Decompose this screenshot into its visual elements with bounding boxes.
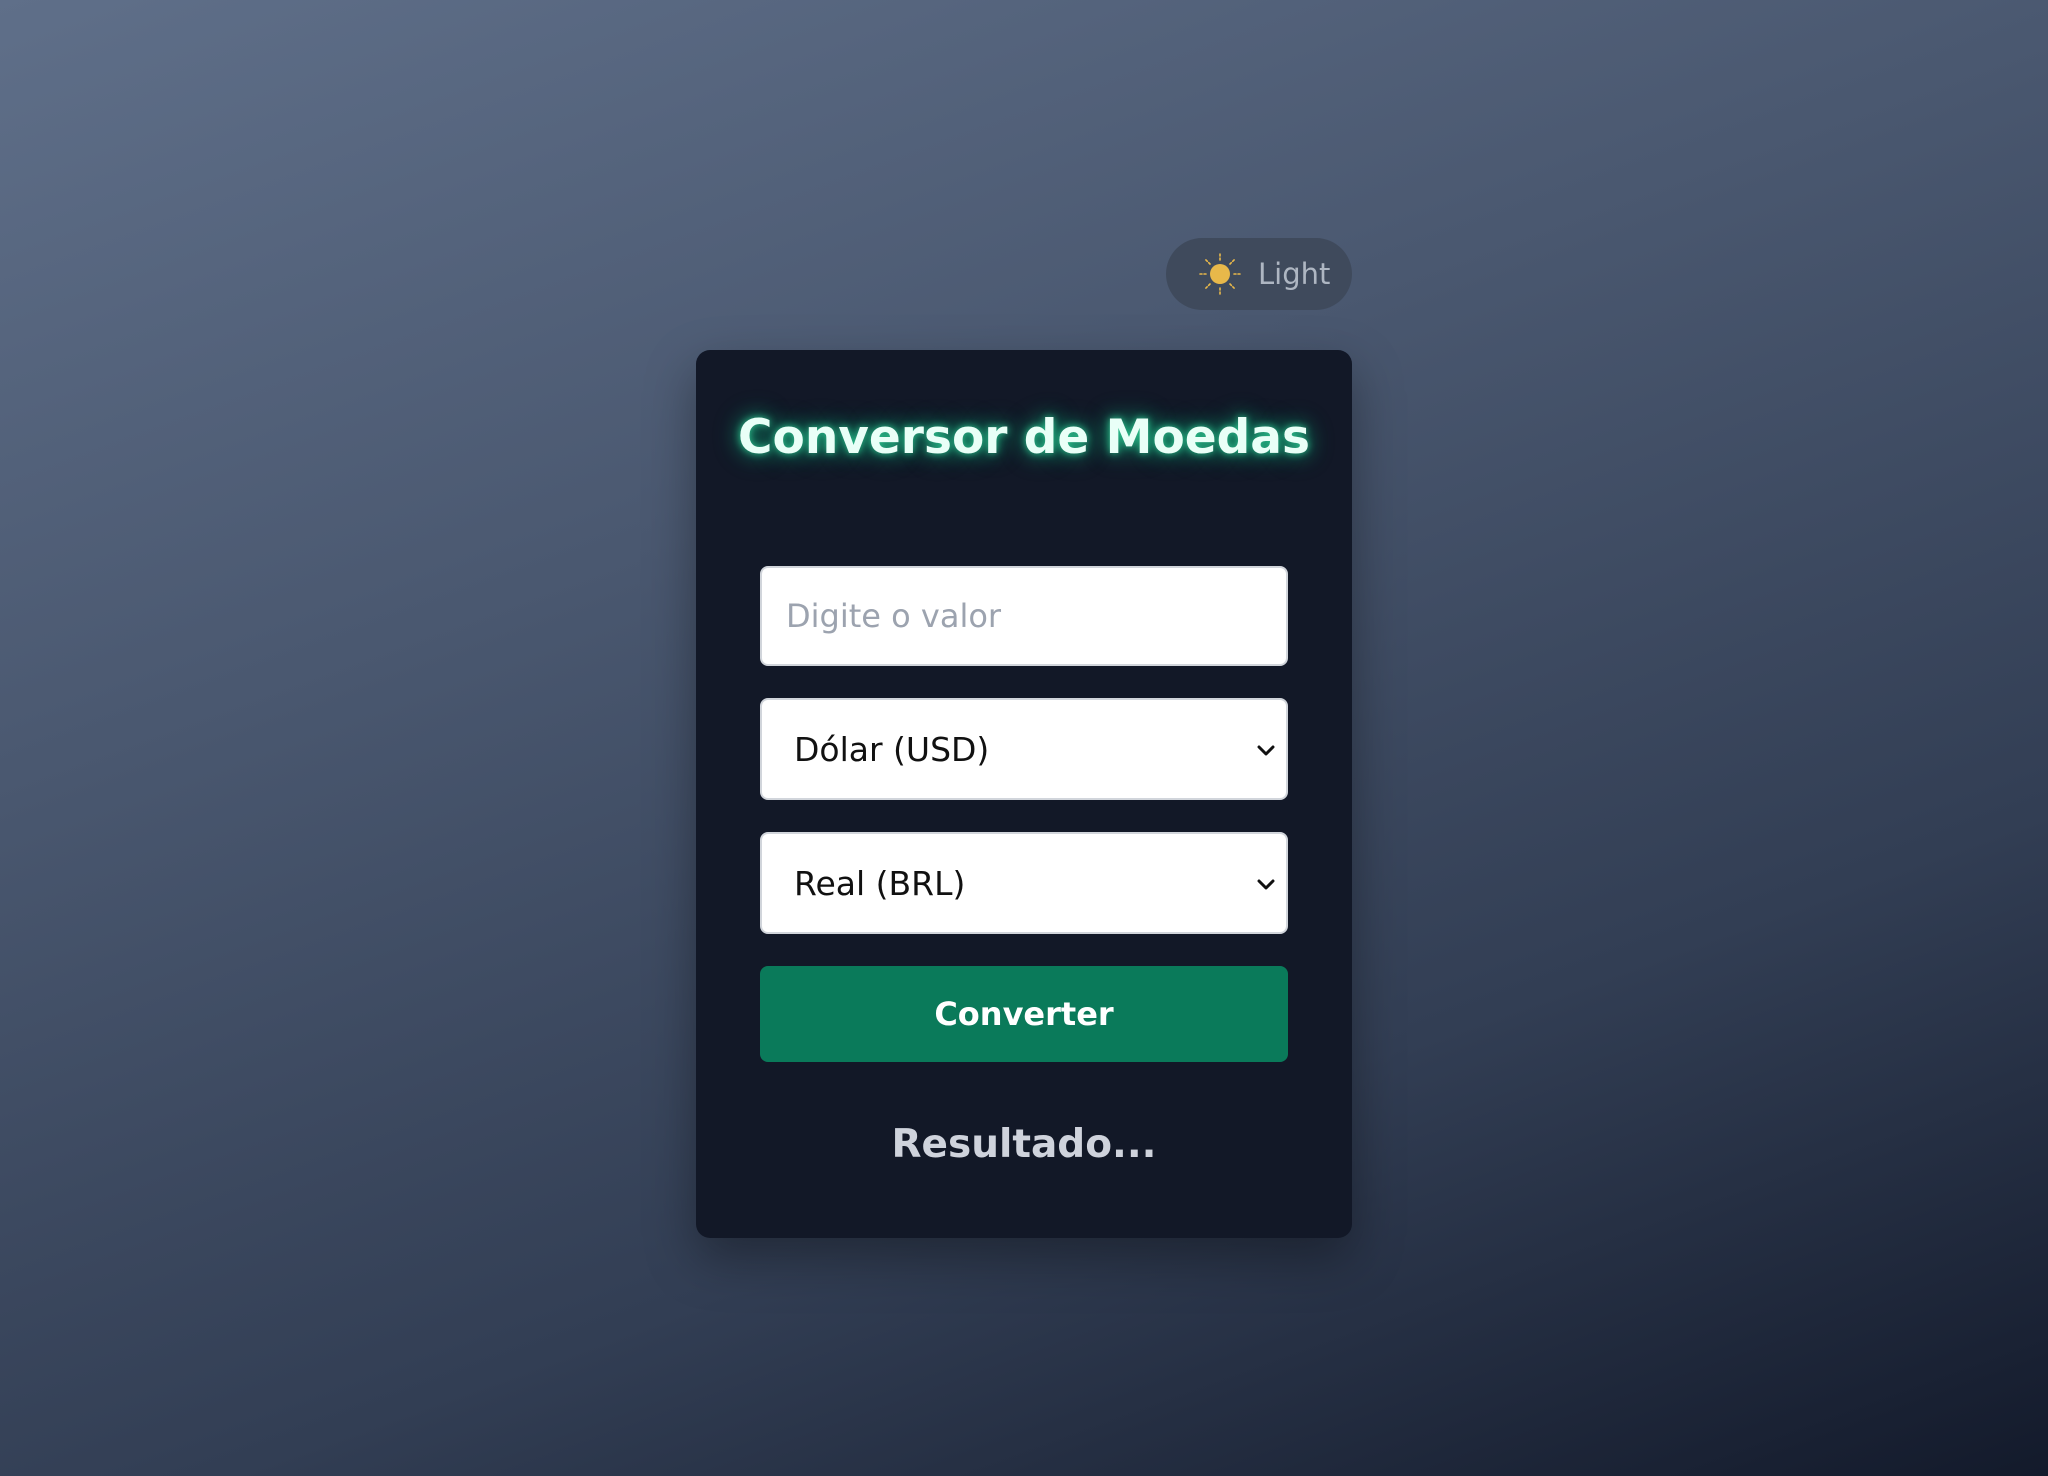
from-currency-select[interactable]: Dólar (USD) [760, 698, 1288, 800]
chevron-down-icon [1254, 872, 1278, 896]
convert-button[interactable]: Converter [760, 966, 1288, 1062]
sun-icon [1198, 252, 1242, 296]
result-text: Resultado... [891, 1122, 1157, 1167]
to-currency-select[interactable]: Real (BRL) [760, 832, 1288, 934]
chevron-down-icon [1254, 738, 1278, 762]
page-title: Conversor de Moedas [738, 410, 1310, 465]
to-currency-value: Real (BRL) [794, 863, 966, 903]
converter-card: Conversor de Moedas Dólar (USD) Real (BR… [696, 350, 1352, 1238]
theme-toggle-label: Light [1258, 257, 1331, 291]
theme-toggle-button[interactable]: Light [1166, 238, 1352, 310]
amount-input[interactable] [760, 566, 1288, 666]
from-currency-value: Dólar (USD) [794, 729, 990, 769]
